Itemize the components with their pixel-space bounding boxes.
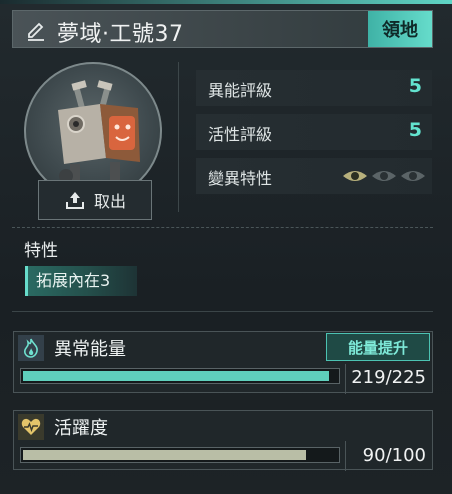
- eye-icon: [343, 171, 367, 181]
- section-divider: [12, 311, 433, 312]
- energy-boost-button[interactable]: 能量提升: [326, 333, 430, 361]
- pencil-icon[interactable]: [25, 20, 47, 42]
- trait-tag[interactable]: 拓展內在3: [25, 266, 137, 296]
- retrieve-button[interactable]: 取出: [38, 180, 152, 220]
- stat-value: 5: [408, 119, 422, 141]
- stat-label: 異能評級: [208, 81, 273, 100]
- upload-icon: [65, 192, 84, 209]
- vitality-value: 90/100: [362, 445, 426, 466]
- character-panel: 夢域·工號37 領地 取出 異能評級 5 活性評級 5 變異特性 特性 拓展內在…: [0, 0, 452, 494]
- vitality-header: 活躍度: [14, 411, 432, 441]
- portrait-divider: [178, 62, 179, 212]
- eye-icon: [401, 171, 425, 181]
- stat-row-mutation-trait[interactable]: 變異特性: [196, 158, 432, 194]
- stat-value: 5: [408, 75, 422, 97]
- energy-title: 異常能量: [54, 339, 126, 360]
- vitality-bar-fill: [23, 450, 306, 460]
- energy-section: 異常能量 能量提升 219/225: [13, 331, 433, 394]
- energy-icon-box: [18, 335, 44, 361]
- top-accent-line: [0, 0, 452, 4]
- traits-heading: 特性: [24, 241, 58, 261]
- vitality-icon-box: [18, 414, 44, 440]
- energy-value: 219/225: [351, 367, 426, 388]
- mutation-eyes: [342, 168, 426, 184]
- unit-name: 夢域·工號37: [57, 22, 184, 47]
- title-bar: 夢域·工號37 領地: [12, 10, 433, 48]
- vitality-bar: [20, 447, 340, 463]
- retrieve-label: 取出: [93, 192, 126, 211]
- energy-bar-fill: [23, 371, 329, 381]
- value-separator: [345, 364, 346, 394]
- flame-icon: [24, 338, 38, 358]
- energy-bar: [20, 368, 340, 384]
- stat-row-ability-rank: 異能評級 5: [196, 70, 432, 106]
- eye-icon: [372, 171, 396, 181]
- stat-row-activity-rank: 活性評級 5: [196, 114, 432, 150]
- heartbeat-icon: [21, 418, 41, 435]
- value-separator: [345, 441, 346, 471]
- stat-label: 活性評級: [208, 125, 273, 144]
- vitality-title: 活躍度: [54, 418, 108, 439]
- section-divider: [12, 227, 433, 228]
- energy-header: 異常能量 能量提升: [14, 332, 432, 362]
- stat-label: 變異特性: [208, 169, 273, 188]
- territory-badge: 領地: [368, 11, 432, 47]
- vitality-section: 活躍度 90/100: [13, 410, 433, 471]
